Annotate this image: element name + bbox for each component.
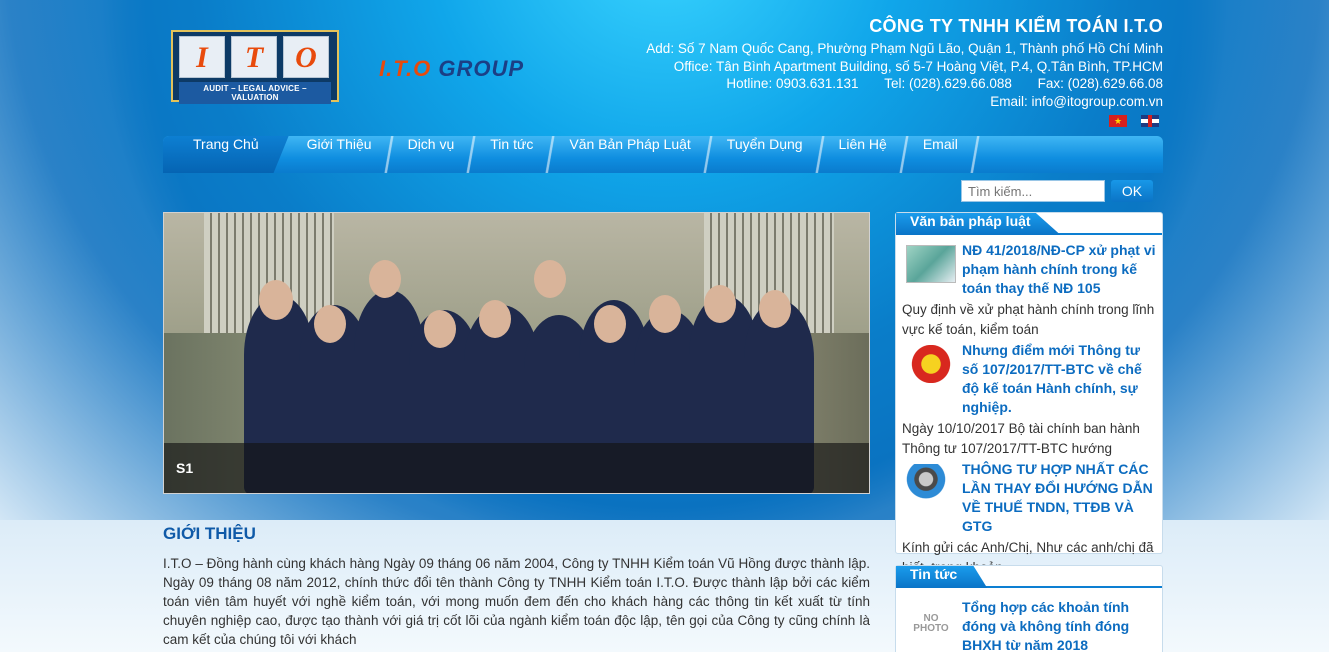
legal-docs-box: Văn bản pháp luật NĐ 41/2018/NĐ-CP xử ph… — [895, 212, 1163, 575]
list-item: NO PHOTO Tổng hợp các khoản tính đóng và… — [896, 588, 1162, 652]
nav-item-legal-docs[interactable]: Văn Bản Pháp Luật — [551, 136, 714, 173]
group-logo-ito: I.T.O — [379, 56, 432, 81]
article-title[interactable]: NĐ 41/2018/NĐ-CP xử phạt vi phạm hành ch… — [962, 241, 1156, 298]
image-slider[interactable]: S1 — [163, 212, 870, 494]
nav-item-home[interactable]: Trang Chủ — [163, 136, 289, 173]
news-title[interactable]: Tin tức — [896, 566, 988, 588]
group-logo-text: GROUP — [438, 56, 525, 81]
slider-caption: S1 — [164, 443, 869, 493]
ito-group-logo: I.T.O GROUP — [379, 56, 524, 82]
list-item: NĐ 41/2018/NĐ-CP xử phạt vi phạm hành ch… — [896, 235, 1162, 339]
nav-item-recruitment[interactable]: Tuyển Dụng — [709, 136, 825, 173]
uk-flag-icon[interactable] — [1141, 115, 1159, 127]
logo-letters: I T O — [173, 32, 337, 78]
page-container: I T O AUDIT – LEGAL ADVICE – VALUATION I… — [163, 0, 1163, 652]
article-title[interactable]: Tổng hợp các khoản tính đóng và không tí… — [962, 598, 1156, 652]
no-photo-icon[interactable]: NO PHOTO — [906, 602, 956, 640]
article-summary: Ngày 10/10/2017 Bộ tài chính ban hành Th… — [902, 421, 1140, 456]
news-header: Tin tức — [896, 566, 1162, 588]
logo-letter-t: T — [231, 36, 277, 78]
list-item: THÔNG TƯ HỢP NHẤT CÁC LẦN THAY ĐỔI HƯỚNG… — [896, 458, 1162, 577]
hotline: Hotline: 0903.631.131 — [726, 76, 859, 91]
language-switcher: ★ — [1109, 115, 1159, 127]
vietnam-flag-icon[interactable]: ★ — [1109, 115, 1127, 127]
tel: Tel: (028).629.66.088 — [884, 76, 1012, 91]
list-item: Nhưng điểm mới Thông tư số 107/2017/TT-B… — [896, 339, 1162, 458]
nav-item-email[interactable]: Email — [905, 136, 980, 173]
search-button[interactable]: OK — [1111, 180, 1153, 202]
company-info: CÔNG TY TNHH KIỂM TOÁN I.T.O Add: Số 7 N… — [646, 16, 1163, 110]
intro-text: I.T.O – Đồng hành cùng khách hàng Ngày 0… — [163, 556, 870, 647]
news-box: Tin tức NO PHOTO Tổng hợp các khoản tính… — [895, 565, 1163, 652]
article-thumbnail[interactable] — [906, 345, 956, 383]
company-address: Add: Số 7 Nam Quốc Cang, Phường Phạm Ngũ… — [646, 41, 1163, 56]
article-summary: Quy định về xử phạt hành chính trong lĩn… — [902, 302, 1155, 337]
nav-item-contact[interactable]: Liên Hệ — [821, 136, 910, 173]
article-title[interactable]: Nhưng điểm mới Thông tư số 107/2017/TT-B… — [962, 341, 1156, 417]
company-office: Office: Tân Bình Apartment Building, số … — [673, 58, 1163, 74]
nav-item-about[interactable]: Giới Thiệu — [289, 136, 394, 173]
company-phones: Hotline: 0903.631.131 Tel: (028).629.66.… — [646, 75, 1163, 93]
search-input[interactable] — [961, 180, 1105, 202]
article-title[interactable]: THÔNG TƯ HỢP NHẤT CÁC LẦN THAY ĐỔI HƯỚNG… — [962, 460, 1156, 536]
article-thumbnail[interactable] — [906, 245, 956, 283]
logo-letter-i: I — [179, 36, 225, 78]
logo-tagline: AUDIT – LEGAL ADVICE – VALUATION — [179, 82, 331, 104]
logo-letter-o: O — [283, 36, 329, 78]
company-name: CÔNG TY TNHH KIỂM TOÁN I.T.O — [869, 16, 1163, 36]
article-thumbnail[interactable] — [906, 464, 956, 502]
nav-item-services[interactable]: Dịch vụ — [390, 136, 476, 173]
legal-docs-header: Văn bản pháp luật — [896, 213, 1162, 235]
intro-title: GIỚI THIỆU — [163, 524, 256, 543]
legal-docs-title[interactable]: Văn bản pháp luật — [896, 213, 1061, 235]
nav-item-news[interactable]: Tin tức — [472, 136, 556, 173]
company-email: Email: info@itogroup.com.vn — [990, 93, 1163, 109]
search-bar: OK — [961, 180, 1153, 202]
ito-logo[interactable]: I T O AUDIT – LEGAL ADVICE – VALUATION — [171, 30, 339, 104]
main-nav: Trang Chủ Giới Thiệu Dịch vụ Tin tức Văn… — [163, 136, 1163, 173]
fax: Fax: (028).629.66.08 — [1037, 76, 1163, 91]
